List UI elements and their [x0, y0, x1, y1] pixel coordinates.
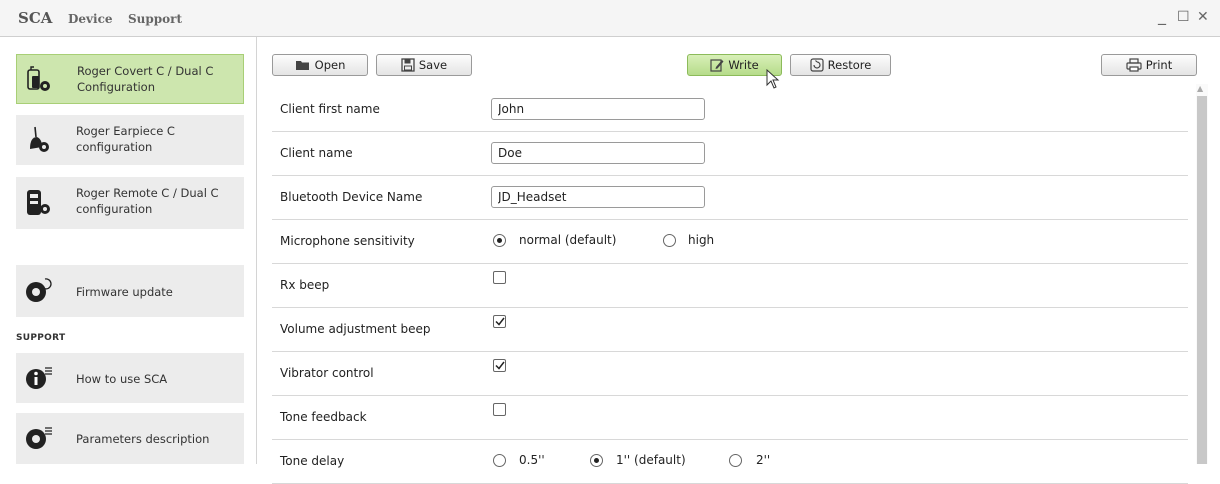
client-name-input[interactable]: [491, 142, 705, 164]
checkmark-icon: [494, 317, 505, 326]
mic-normal-radio[interactable]: [493, 234, 506, 247]
bluetooth-name-label: Bluetooth Device Name: [280, 190, 423, 204]
sidebar-item-label: Roger Covert C / Dual C: [77, 64, 214, 78]
gear-list-icon: [24, 423, 54, 453]
client-first-name-input[interactable]: [491, 98, 705, 120]
restore-icon: [810, 58, 824, 72]
sidebar-item-label: configuration: [76, 140, 153, 154]
remote-device-icon: [24, 188, 54, 218]
volume-beep-checkbox[interactable]: [493, 315, 506, 328]
volume-beep-label: Volume adjustment beep: [280, 322, 431, 336]
row-volume-beep: Volume adjustment beep: [272, 308, 1188, 352]
edit-icon: [710, 59, 724, 72]
write-label: Write: [728, 58, 759, 72]
tone-delay-05-radio[interactable]: [493, 454, 506, 467]
client-first-name-label: Client first name: [280, 102, 380, 116]
print-button[interactable]: Print: [1101, 54, 1197, 76]
scrollbar-thumb[interactable]: [1197, 96, 1207, 464]
floppy-icon: [401, 58, 415, 72]
menu-support[interactable]: Support: [128, 12, 182, 26]
bluetooth-name-input[interactable]: [491, 186, 705, 208]
row-rx-beep: Rx beep: [272, 264, 1188, 308]
row-client-name: Client name: [272, 132, 1188, 176]
title-bar: SCA Device Support _ ☐ ✕: [0, 0, 1220, 37]
vibrator-control-checkbox[interactable]: [493, 359, 506, 372]
sidebar-item-label: Firmware update: [76, 285, 173, 299]
restore-button[interactable]: Restore: [790, 54, 891, 76]
firmware-update-icon: [24, 276, 54, 306]
checkmark-icon: [494, 361, 505, 370]
sidebar-item-label: Roger Remote C / Dual C: [76, 186, 219, 200]
rx-beep-checkbox[interactable]: [493, 271, 506, 284]
row-tone-delay: Tone delay 0.5'' 1'' (default) 2'': [272, 440, 1188, 484]
row-vibrator-control: Vibrator control: [272, 352, 1188, 396]
mic-normal-label: normal (default): [519, 233, 617, 247]
save-button[interactable]: Save: [376, 54, 472, 76]
tone-delay-1-radio[interactable]: [590, 454, 603, 467]
vibrator-control-label: Vibrator control: [280, 366, 374, 380]
menu-device[interactable]: Device: [68, 12, 113, 26]
sidebar-item-how-to-use[interactable]: How to use SCA: [16, 353, 244, 403]
earpiece-icon: [24, 125, 54, 155]
minimize-button[interactable]: _: [1158, 6, 1166, 25]
print-label: Print: [1145, 58, 1173, 72]
row-mic-sensitivity: Microphone sensitivity normal (default) …: [272, 220, 1188, 264]
tone-delay-1-label: 1'' (default): [616, 453, 686, 467]
sidebar-item-label: Configuration: [77, 80, 155, 94]
client-name-label: Client name: [280, 146, 353, 160]
sidebar: Roger Covert C / Dual C Configuration Ro…: [0, 37, 257, 464]
row-tone-feedback: Tone feedback: [272, 396, 1188, 440]
scroll-up-icon[interactable]: ▲: [1197, 84, 1203, 93]
mic-sensitivity-label: Microphone sensitivity: [280, 234, 415, 248]
info-icon: [24, 363, 54, 393]
row-client-first-name: Client first name: [272, 88, 1188, 132]
sidebar-item-firmware-update[interactable]: Firmware update: [16, 265, 244, 317]
row-bluetooth-name: Bluetooth Device Name: [272, 176, 1188, 220]
sidebar-item-label: How to use SCA: [76, 372, 168, 386]
sidebar-item-label: Parameters description: [76, 432, 210, 446]
sidebar-item-parameters-description[interactable]: Parameters description: [16, 413, 244, 464]
mic-high-label: high: [688, 233, 715, 247]
restore-label: Restore: [827, 58, 872, 72]
folder-icon: [295, 61, 309, 70]
app-title: SCA: [18, 9, 53, 27]
sidebar-item-covert-config[interactable]: Roger Covert C / Dual C Configuration: [16, 54, 244, 104]
close-button[interactable]: ✕: [1197, 9, 1209, 25]
tone-feedback-label: Tone feedback: [280, 410, 367, 424]
sidebar-item-label: configuration: [76, 202, 153, 216]
tone-delay-2-label: 2'': [756, 453, 771, 467]
sidebar-item-remote-config[interactable]: Roger Remote C / Dual C configuration: [16, 177, 244, 229]
mic-high-radio[interactable]: [663, 234, 676, 247]
tone-delay-2-radio[interactable]: [729, 454, 742, 467]
printer-icon: [1126, 58, 1142, 72]
save-label: Save: [418, 58, 448, 72]
tone-feedback-checkbox[interactable]: [493, 403, 506, 416]
open-label: Open: [314, 58, 346, 72]
sidebar-item-earpiece-config[interactable]: Roger Earpiece C configuration: [16, 115, 244, 165]
rx-beep-label: Rx beep: [280, 278, 330, 292]
sidebar-item-label: Roger Earpiece C: [76, 124, 175, 138]
tone-delay-label: Tone delay: [280, 454, 345, 468]
covert-device-icon: [25, 65, 55, 95]
tone-delay-05-label: 0.5'': [519, 453, 545, 467]
maximize-button[interactable]: ☐: [1177, 9, 1190, 25]
open-button[interactable]: Open: [272, 54, 368, 76]
support-heading: SUPPORT: [16, 333, 66, 343]
